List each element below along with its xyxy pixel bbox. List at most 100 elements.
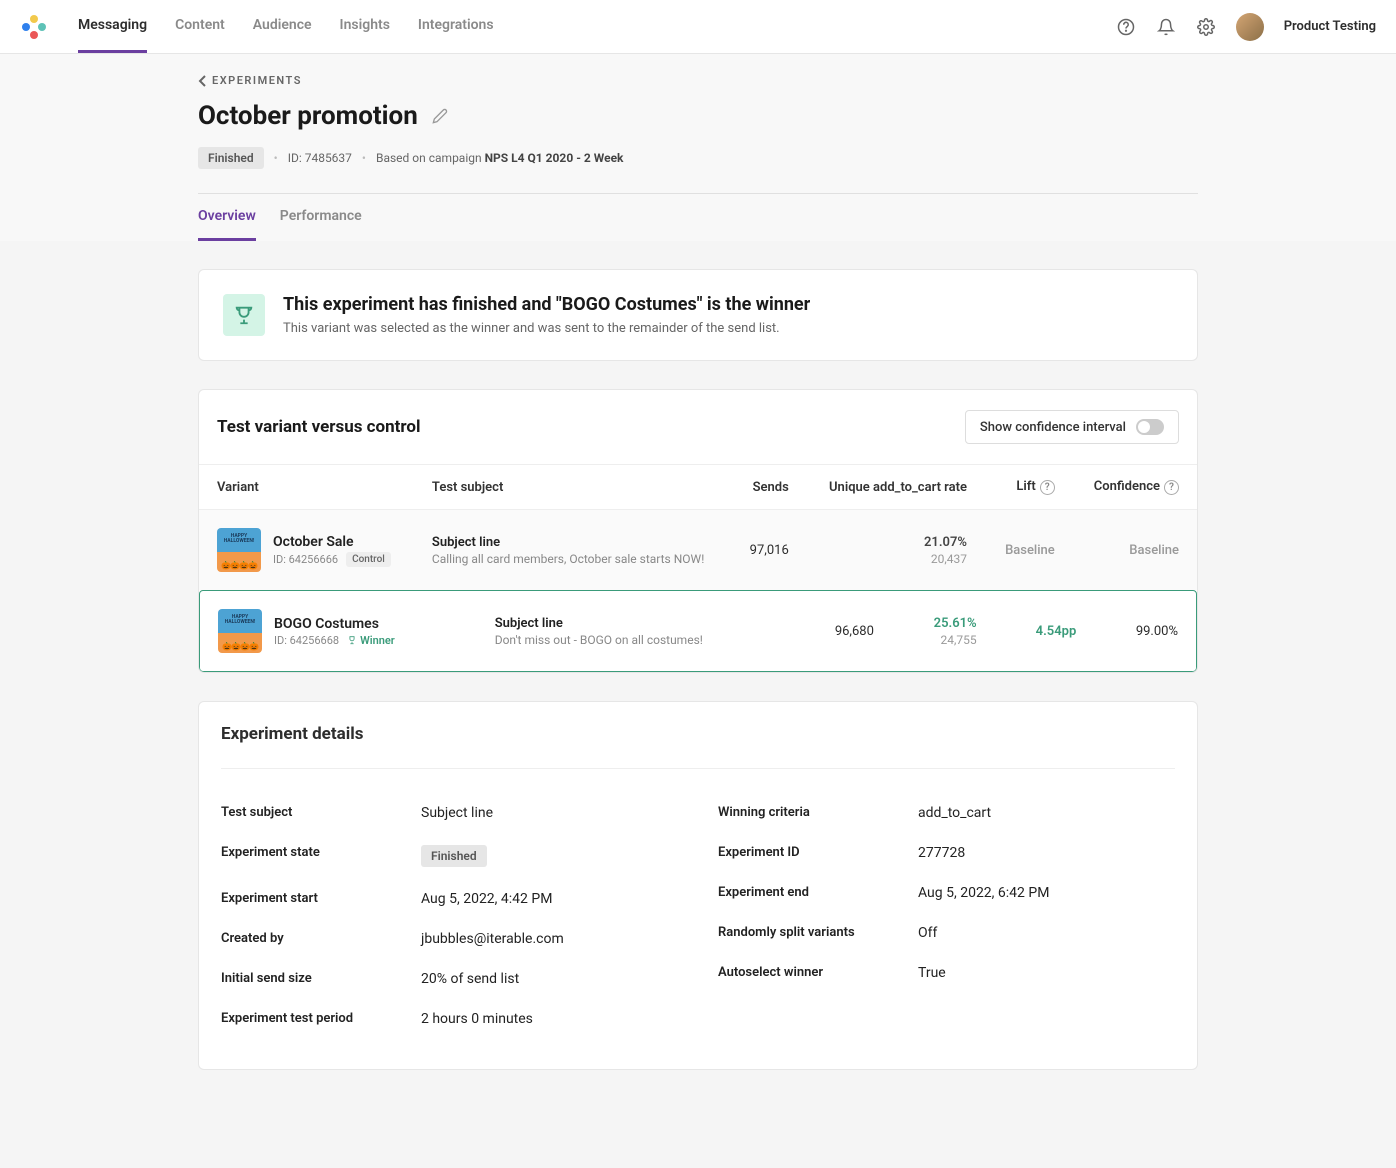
variant-card: Test variant versus control Show confide… <box>198 389 1198 673</box>
detail-value: Off <box>918 925 937 941</box>
detail-value: True <box>918 965 946 981</box>
edit-icon[interactable] <box>432 108 448 124</box>
subject-text: Calling all card members, October sale s… <box>432 552 712 566</box>
nav-integrations[interactable]: Integrations <box>418 0 494 53</box>
bell-icon[interactable] <box>1156 17 1176 37</box>
detail-row: Test subjectSubject line <box>221 793 678 833</box>
confidence: 99.00% <box>1094 591 1196 671</box>
detail-label: Experiment test period <box>221 1011 421 1027</box>
detail-value: Finished <box>421 845 487 867</box>
chevron-left-icon <box>198 75 206 87</box>
user-label[interactable]: Product Testing <box>1284 19 1376 34</box>
detail-label: Experiment ID <box>718 845 918 861</box>
detail-row: Experiment endAug 5, 2022, 6:42 PM <box>718 873 1175 913</box>
detail-value: Aug 5, 2022, 6:42 PM <box>918 885 1049 901</box>
breadcrumb[interactable]: EXPERIMENTS <box>198 74 1198 87</box>
ci-toggle-label: Show confidence interval <box>980 420 1126 435</box>
variant-thumb <box>218 609 262 653</box>
detail-value: add_to_cart <box>918 805 991 821</box>
variant-section-title: Test variant versus control <box>217 417 421 437</box>
main-nav: Messaging Content Audience Insights Integrat… <box>78 0 494 53</box>
nav-audience[interactable]: Audience <box>253 0 312 53</box>
detail-label: Randomly split variants <box>718 925 918 941</box>
winner-subtitle: This variant was selected as the winner … <box>283 321 810 336</box>
rate-count: 24,755 <box>910 633 977 647</box>
detail-value: 20% of send list <box>421 971 519 987</box>
variant-id: ID: 64256668 <box>274 634 339 647</box>
detail-label: Autoselect winner <box>718 965 918 981</box>
subject-label: Subject line <box>432 535 712 550</box>
tab-performance[interactable]: Performance <box>280 194 362 241</box>
table-row: BOGO Costumes ID: 64256668 Winner Subject l… <box>200 591 1196 671</box>
col-header: Lift? <box>985 465 1073 510</box>
details-title: Experiment details <box>221 702 1175 769</box>
gear-icon[interactable] <box>1196 17 1216 37</box>
variant-name: BOGO Costumes <box>274 616 395 632</box>
detail-label: Created by <box>221 931 421 947</box>
experiment-id: ID: 7485637 <box>288 151 352 165</box>
confidence-interval-toggle[interactable]: Show confidence interval <box>965 410 1179 444</box>
control-badge: Control <box>346 552 391 567</box>
col-header: Unique add_to_cart rate <box>807 465 985 510</box>
winner-title: This experiment has finished and "BOGO C… <box>283 294 810 315</box>
topbar: Messaging Content Audience Insights Integrat… <box>0 0 1396 54</box>
logo <box>20 13 48 41</box>
detail-row: Created byjbubbles@iterable.com <box>221 919 678 959</box>
winner-banner: This experiment has finished and "BOGO C… <box>198 269 1198 361</box>
detail-label: Experiment end <box>718 885 918 901</box>
detail-label: Initial send size <box>221 971 421 987</box>
sends: 96,680 <box>794 591 892 671</box>
variant-thumb <box>217 528 261 572</box>
col-header: Sends <box>730 465 807 510</box>
sends: 97,016 <box>730 510 807 591</box>
confidence: Baseline <box>1073 510 1197 591</box>
variant-table: VariantTest subjectSendsUnique add_to_ca… <box>199 464 1197 672</box>
detail-label: Winning criteria <box>718 805 918 821</box>
avatar[interactable] <box>1236 13 1264 41</box>
rate-pct: 21.07% <box>825 535 967 550</box>
winner-badge: Winner <box>347 634 395 647</box>
nav-insights[interactable]: Insights <box>340 0 390 53</box>
col-header: Confidence? <box>1073 465 1197 510</box>
help-icon[interactable]: ? <box>1164 480 1179 495</box>
detail-row: Initial send size20% of send list <box>221 959 678 999</box>
lift: 4.54pp <box>995 591 1095 671</box>
detail-value: Aug 5, 2022, 4:42 PM <box>421 891 552 907</box>
detail-label: Test subject <box>221 805 421 821</box>
toggle-switch[interactable] <box>1136 419 1164 435</box>
detail-value: jbubbles@iterable.com <box>421 931 564 947</box>
trophy-icon <box>223 294 265 336</box>
detail-row: Winning criteriaadd_to_cart <box>718 793 1175 833</box>
subject-text: Don't miss out - BOGO on all costumes! <box>495 633 777 647</box>
detail-value: 277728 <box>918 845 965 861</box>
variant-id: ID: 64256666 <box>273 553 338 566</box>
detail-value: 2 hours 0 minutes <box>421 1011 533 1027</box>
col-header: Variant <box>199 465 414 510</box>
detail-label: Experiment state <box>221 845 421 867</box>
col-header: Test subject <box>414 465 730 510</box>
detail-value: Subject line <box>421 805 493 821</box>
help-icon[interactable] <box>1116 17 1136 37</box>
detail-row: Experiment test period2 hours 0 minutes <box>221 999 678 1039</box>
subject-label: Subject line <box>495 616 777 631</box>
rate-count: 20,437 <box>825 552 967 566</box>
detail-row: Experiment startAug 5, 2022, 4:42 PM <box>221 879 678 919</box>
tab-overview[interactable]: Overview <box>198 194 256 241</box>
based-on: Based on campaign NPS L4 Q1 2020 - 2 Wee… <box>376 151 623 165</box>
meta-row: Finished • ID: 7485637 • Based on campai… <box>198 147 1198 169</box>
rate-pct: 25.61% <box>910 616 977 631</box>
detail-label: Experiment start <box>221 891 421 907</box>
help-icon[interactable]: ? <box>1040 480 1055 495</box>
variant-name: October Sale <box>273 534 391 550</box>
page-title: October promotion <box>198 101 418 131</box>
detail-row: Randomly split variantsOff <box>718 913 1175 953</box>
nav-content[interactable]: Content <box>175 0 225 53</box>
detail-row: Autoselect winnerTrue <box>718 953 1175 993</box>
lift: Baseline <box>985 510 1073 591</box>
detail-row: Experiment ID277728 <box>718 833 1175 873</box>
status-badge: Finished <box>198 147 264 169</box>
sub-tabs: Overview Performance <box>198 194 1198 241</box>
experiment-details-card: Experiment details Test subjectSubject l… <box>198 701 1198 1070</box>
table-row: October Sale ID: 64256666 Control Subject l… <box>199 510 1197 591</box>
nav-messaging[interactable]: Messaging <box>78 0 147 53</box>
